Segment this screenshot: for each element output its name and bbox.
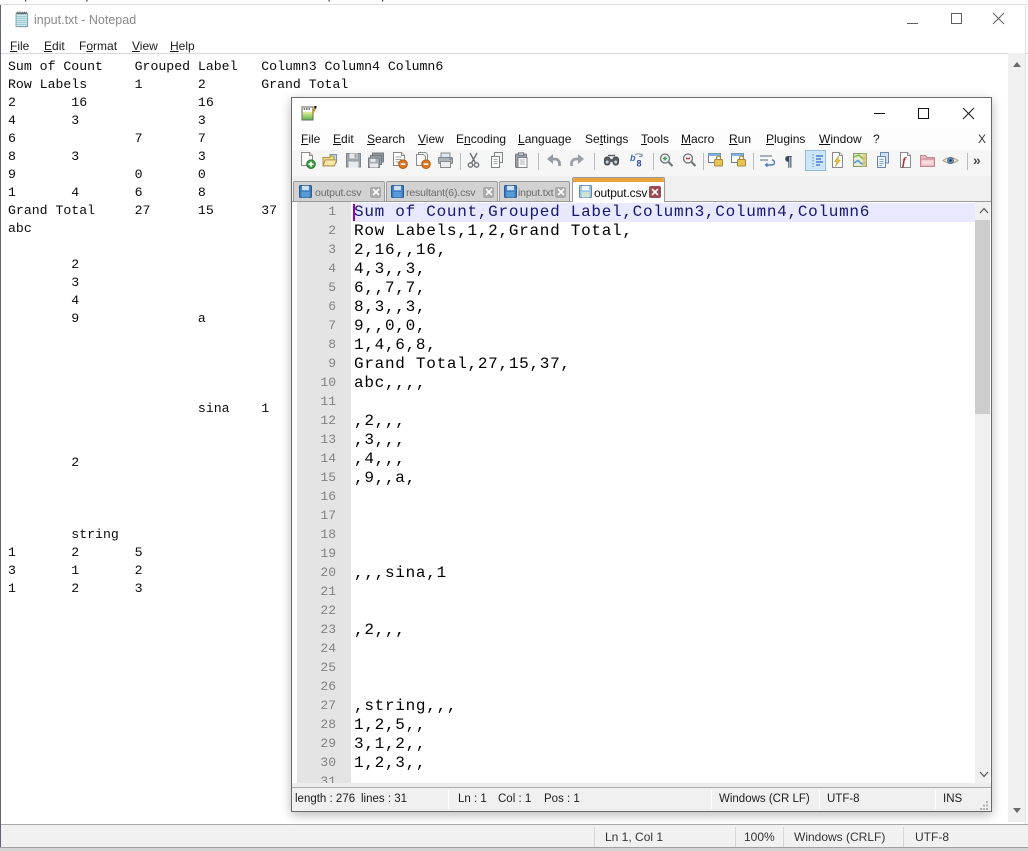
svg-text:8: 8	[636, 159, 641, 169]
svg-text:¶: ¶	[784, 154, 792, 170]
